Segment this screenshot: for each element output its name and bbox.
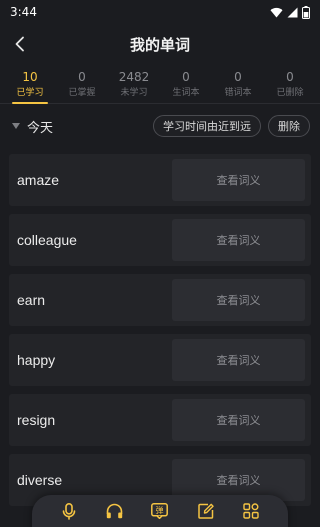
- word-text: earn: [17, 292, 46, 308]
- app-bar: 我的单词: [0, 24, 320, 64]
- status-icons: [270, 5, 310, 19]
- tab-label: 已学习: [16, 87, 44, 98]
- view-meaning-button[interactable]: 查看词义: [172, 219, 305, 261]
- toolbar-item-more[interactable]: [234, 502, 268, 520]
- microphone-icon: [60, 502, 78, 520]
- list-item: earn 查看词义: [9, 274, 311, 326]
- toolbar-item-mic[interactable]: [52, 502, 86, 520]
- status-time: 3:44: [10, 5, 37, 19]
- collapse-triangle-icon: [12, 123, 20, 129]
- wifi-icon: [270, 7, 283, 18]
- list-item: amaze 查看词义: [9, 154, 311, 206]
- word-text: happy: [17, 352, 56, 368]
- apps-grid-icon: [242, 502, 260, 520]
- section-toggle[interactable]: 今天: [12, 117, 53, 136]
- sort-button[interactable]: 学习时间由近到远: [153, 115, 261, 137]
- headphones-icon: [105, 502, 123, 520]
- word-text: resign: [17, 412, 56, 428]
- page-title: 我的单词: [129, 35, 190, 54]
- word-text: diverse: [17, 472, 63, 488]
- tab-not-learned[interactable]: 2482 未学习: [108, 64, 160, 103]
- battery-icon: [302, 5, 310, 19]
- view-meaning-button[interactable]: 查看词义: [172, 339, 305, 381]
- tab-count: 10: [22, 69, 38, 84]
- tab-count: 0: [182, 69, 190, 84]
- word-list: amaze 查看词义 colleague 查看词义 earn 查看词义 happ…: [9, 154, 311, 514]
- list-item: happy 查看词义: [9, 334, 311, 386]
- tab-label: 生词本: [172, 87, 200, 98]
- edit-icon: [197, 502, 215, 520]
- section-title: 今天: [27, 120, 54, 136]
- tab-count: 2482: [118, 69, 150, 84]
- tab-mistakes[interactable]: 0 错词本: [212, 64, 264, 103]
- tab-label: 已删除: [276, 87, 304, 98]
- tab-mastered[interactable]: 0 已掌握: [56, 64, 108, 103]
- back-button[interactable]: [2, 24, 38, 64]
- filter-row: 今天 学习时间由近到远 删除: [0, 110, 320, 142]
- tab-label: 已掌握: [68, 87, 96, 98]
- word-status-tabs: 10 已学习 0 已掌握 2482 未学习 0 生词本 0 错词本 0 已删除: [0, 64, 320, 104]
- signal-icon: [287, 7, 298, 17]
- tab-deleted[interactable]: 0 已删除: [264, 64, 316, 103]
- toolbar-item-listen[interactable]: [97, 502, 131, 520]
- status-bar: 3:44: [0, 0, 320, 24]
- list-item: resign 查看词义: [9, 394, 311, 446]
- tab-count: 0: [286, 69, 294, 84]
- bullet-screen-icon: 弹: [151, 502, 169, 520]
- svg-text:弹: 弹: [156, 505, 164, 515]
- tab-learned[interactable]: 10 已学习: [4, 64, 56, 104]
- list-item: colleague 查看词义: [9, 214, 311, 266]
- view-meaning-button[interactable]: 查看词义: [172, 279, 305, 321]
- tab-count: 0: [78, 69, 86, 84]
- tab-count: 0: [234, 69, 242, 84]
- toolbar-item-edit[interactable]: [189, 502, 223, 520]
- bottom-toolbar: 弹: [32, 495, 288, 527]
- view-meaning-button[interactable]: 查看词义: [172, 159, 305, 201]
- back-arrow-icon: [15, 36, 24, 52]
- tab-label: 错词本: [224, 87, 252, 98]
- view-meaning-button[interactable]: 查看词义: [172, 399, 305, 441]
- word-text: colleague: [17, 232, 77, 248]
- tab-vocab-book[interactable]: 0 生词本: [160, 64, 212, 103]
- toolbar-item-bullet[interactable]: 弹: [143, 502, 177, 520]
- delete-button[interactable]: 删除: [268, 115, 310, 137]
- word-text: amaze: [17, 172, 60, 188]
- tab-label: 未学习: [120, 87, 148, 98]
